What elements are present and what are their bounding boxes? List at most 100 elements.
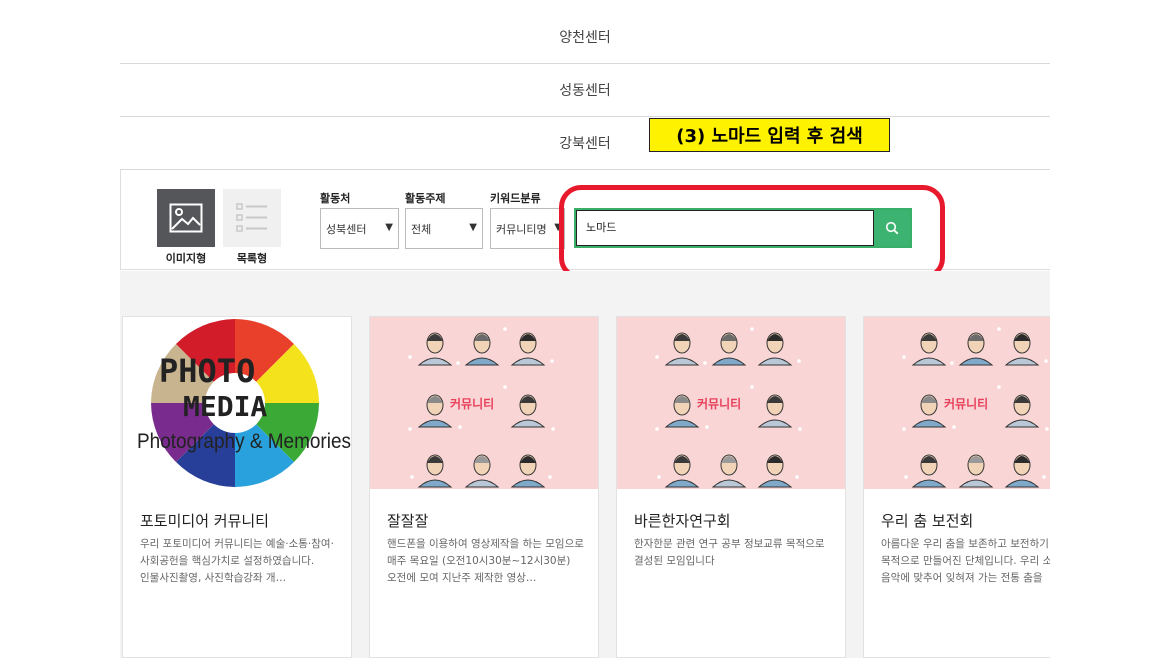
decor-dot <box>997 327 1001 331</box>
logo-text-tagline: Photography & Memories <box>137 430 351 453</box>
decor-dot <box>1045 427 1049 431</box>
card-thumbnail: PHOTO MEDIA Photography & Memories <box>123 317 351 489</box>
person-figure <box>664 394 700 428</box>
center-item-yangcheon[interactable]: 양천센터 <box>120 11 1050 64</box>
thumbnail-label: 커뮤니티 <box>697 397 742 411</box>
decor-dot <box>503 385 507 389</box>
topic-select[interactable]: 전체 ▼ <box>405 208 483 249</box>
community-card[interactable]: 커뮤니티 잘잘잘 핸드폰을 이용하여 영상제작을 하는 모임으로 매주 목요일 … <box>369 316 599 658</box>
decor-dot <box>997 385 1001 389</box>
decor-dot <box>548 475 552 479</box>
person-figure <box>911 332 947 366</box>
photo-media-logo-image: PHOTO MEDIA Photography & Memories <box>137 319 351 487</box>
person-figure <box>510 394 546 428</box>
decor-dot <box>950 361 954 365</box>
center-item-label: 성동센터 <box>559 83 611 99</box>
community-card[interactable]: PHOTO MEDIA Photography & Memories 포토미디어… <box>122 316 352 658</box>
person-figure <box>664 454 700 488</box>
chevron-down-icon: ▼ <box>385 222 393 233</box>
location-select[interactable]: 성북센터 ▼ <box>320 208 399 249</box>
list-view-button[interactable] <box>223 189 281 247</box>
community-card[interactable]: 커뮤니티 우리 춤 보전회 아름다운 우리 춤을 보존하고 보전하기 위한 목적… <box>863 316 1050 658</box>
decor-dot <box>657 475 661 479</box>
topic-label: 활동주제 <box>405 192 446 205</box>
person-figure <box>911 454 947 488</box>
decor-dot <box>408 427 412 431</box>
keyword-type-select[interactable]: 커뮤니티명 ▼ <box>490 208 565 249</box>
person-figure <box>664 332 700 366</box>
decor-dot <box>795 475 799 479</box>
thumbnail-label: 커뮤니티 <box>944 397 989 411</box>
decor-dot <box>705 425 709 429</box>
person-figure <box>464 332 500 366</box>
person-figure <box>958 454 994 488</box>
location-select-value: 성북센터 <box>326 222 367 236</box>
decor-dot <box>902 427 906 431</box>
decor-dot <box>408 355 412 359</box>
decor-dot <box>551 427 555 431</box>
thumbnail-label: 커뮤니티 <box>450 397 495 411</box>
list-icon <box>236 203 267 232</box>
person-figure <box>757 394 793 428</box>
person-figure <box>1004 332 1040 366</box>
person-figure <box>510 332 546 366</box>
logo-text-photo: PHOTO <box>159 352 255 390</box>
person-figure <box>417 394 453 428</box>
image-view-label: 이미지형 <box>165 252 207 265</box>
decor-dot <box>503 327 507 331</box>
card-title: 포토미디어 커뮤니티 <box>140 512 269 530</box>
decor-dot <box>904 475 908 479</box>
search-highlight-annotation <box>559 185 945 280</box>
card-description: 핸드폰을 이용하여 영상제작을 하는 모임으로 매주 목요일 (오전10시30분… <box>387 538 584 584</box>
chevron-down-icon: ▼ <box>469 222 477 233</box>
person-figure <box>1004 454 1040 488</box>
card-clip-container: 커뮤니티 우리 춤 보전회 아름다운 우리 춤을 보존하고 보전하기 위한 목적… <box>863 316 1050 658</box>
card-thumbnail: 커뮤니티 <box>617 317 845 489</box>
center-item-label: 강북센터 <box>559 136 611 152</box>
person-figure <box>757 454 793 488</box>
person-figure <box>958 332 994 366</box>
decor-dot <box>1044 359 1048 363</box>
center-item-seongdong[interactable]: 성동센터 <box>120 64 1050 117</box>
decor-dot <box>902 355 906 359</box>
decor-dot <box>655 427 659 431</box>
location-label: 활동처 <box>320 192 351 205</box>
card-description: 한자한문 관련 연구 공부 정보교류 목적으로 결성된 모임입니다 <box>634 538 825 567</box>
topic-select-value: 전체 <box>411 222 432 236</box>
person-figure <box>911 394 947 428</box>
card-thumbnail: 커뮤니티 <box>864 317 1050 489</box>
person-figure <box>757 332 793 366</box>
decor-dot <box>750 327 754 331</box>
person-figure <box>417 454 453 488</box>
card-title: 바른한자연구회 <box>634 512 731 530</box>
center-item-gangbuk[interactable]: 강북센터 <box>120 117 1050 170</box>
person-figure <box>1004 394 1040 428</box>
decor-dot <box>458 425 462 429</box>
person-figure <box>711 454 747 488</box>
image-view-button[interactable] <box>157 189 215 247</box>
card-thumbnail: 커뮤니티 <box>370 317 598 489</box>
decor-dot <box>655 355 659 359</box>
logo-text-media: MEDIA <box>183 390 267 423</box>
person-figure <box>510 454 546 488</box>
decor-dot <box>456 361 460 365</box>
instruction-callout: (3) 노마드 입력 후 검색 <box>649 118 890 152</box>
image-icon <box>169 203 203 233</box>
decor-dot <box>797 359 801 363</box>
keyword-type-label: 키워드분류 <box>490 192 541 205</box>
person-figure <box>464 454 500 488</box>
community-card[interactable]: 커뮤니티 바른한자연구회 한자한문 관련 연구 공부 정보교류 목적으로 결성된… <box>616 316 846 658</box>
person-figure <box>417 332 453 366</box>
decor-dot <box>410 475 414 479</box>
decor-dot <box>750 385 754 389</box>
person-figure <box>711 332 747 366</box>
decor-dot <box>952 425 956 429</box>
card-description: 우리 포토미디어 커뮤니티는 예술·소통·참여·사회공헌을 핵심가치로 설정하였… <box>140 538 334 584</box>
center-item-label: 양천센터 <box>559 30 611 46</box>
decor-dot <box>703 361 707 365</box>
card-title: 잘잘잘 <box>387 512 429 530</box>
decor-dot <box>1042 475 1046 479</box>
decor-dot <box>798 427 802 431</box>
keyword-type-select-value: 커뮤니티명 <box>496 222 547 236</box>
list-view-label: 목록형 <box>236 252 268 265</box>
